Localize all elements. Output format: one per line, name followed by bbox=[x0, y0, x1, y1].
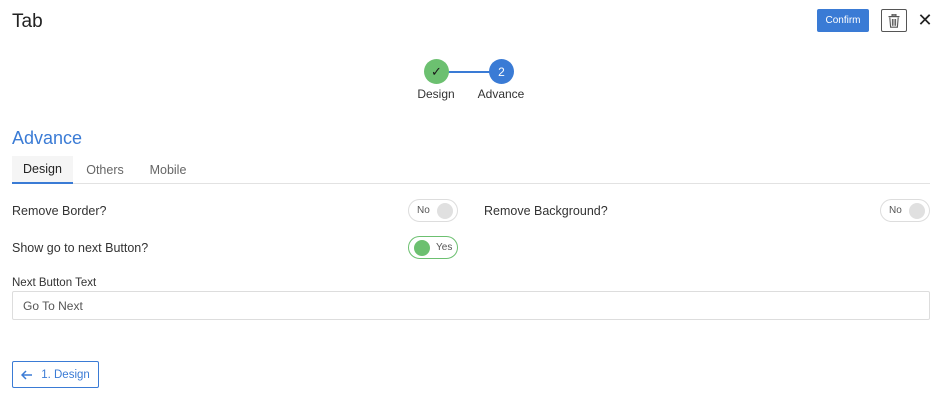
step-advance-marker[interactable]: 2 bbox=[489, 59, 514, 84]
step-number: 2 bbox=[498, 64, 505, 79]
tab-mobile[interactable]: Mobile bbox=[140, 156, 196, 184]
tab-bar: Design Others Mobile bbox=[12, 156, 930, 184]
next-button-text-label: Next Button Text bbox=[12, 277, 97, 289]
back-button-label: 1. Design bbox=[41, 368, 90, 381]
toggle-knob bbox=[909, 203, 925, 219]
tab-design[interactable]: Design bbox=[12, 156, 73, 184]
trash-icon bbox=[888, 13, 900, 28]
toggle-state-text: No bbox=[889, 205, 902, 216]
remove-border-label: Remove Border? bbox=[12, 204, 107, 218]
toggle-knob bbox=[437, 203, 453, 219]
delete-button[interactable] bbox=[881, 9, 907, 32]
section-title: Advance bbox=[12, 128, 83, 148]
page-title: Tab bbox=[12, 11, 43, 32]
step-advance-label: Advance bbox=[477, 87, 525, 101]
step-design-label: Design bbox=[417, 87, 455, 101]
show-next-button-toggle[interactable]: Yes bbox=[408, 236, 458, 259]
close-icon[interactable]: ✕ bbox=[917, 10, 933, 30]
tab-others[interactable]: Others bbox=[78, 156, 132, 184]
confirm-button[interactable]: Confirm bbox=[817, 9, 869, 32]
check-icon: ✓ bbox=[431, 63, 442, 79]
arrow-left-icon bbox=[21, 369, 33, 380]
toggle-state-text: Yes bbox=[436, 242, 453, 253]
show-next-button-label: Show go to next Button? bbox=[12, 241, 149, 255]
stepper-connector bbox=[447, 71, 491, 73]
toggle-knob bbox=[414, 240, 430, 256]
back-to-design-button[interactable]: 1. Design bbox=[12, 361, 99, 388]
remove-background-toggle[interactable]: No bbox=[880, 199, 930, 222]
remove-border-toggle[interactable]: No bbox=[408, 199, 458, 222]
step-design-marker[interactable]: ✓ bbox=[424, 59, 449, 84]
next-button-text-input[interactable] bbox=[12, 291, 930, 320]
toggle-state-text: No bbox=[417, 205, 430, 216]
remove-background-label: Remove Background? bbox=[484, 204, 608, 218]
